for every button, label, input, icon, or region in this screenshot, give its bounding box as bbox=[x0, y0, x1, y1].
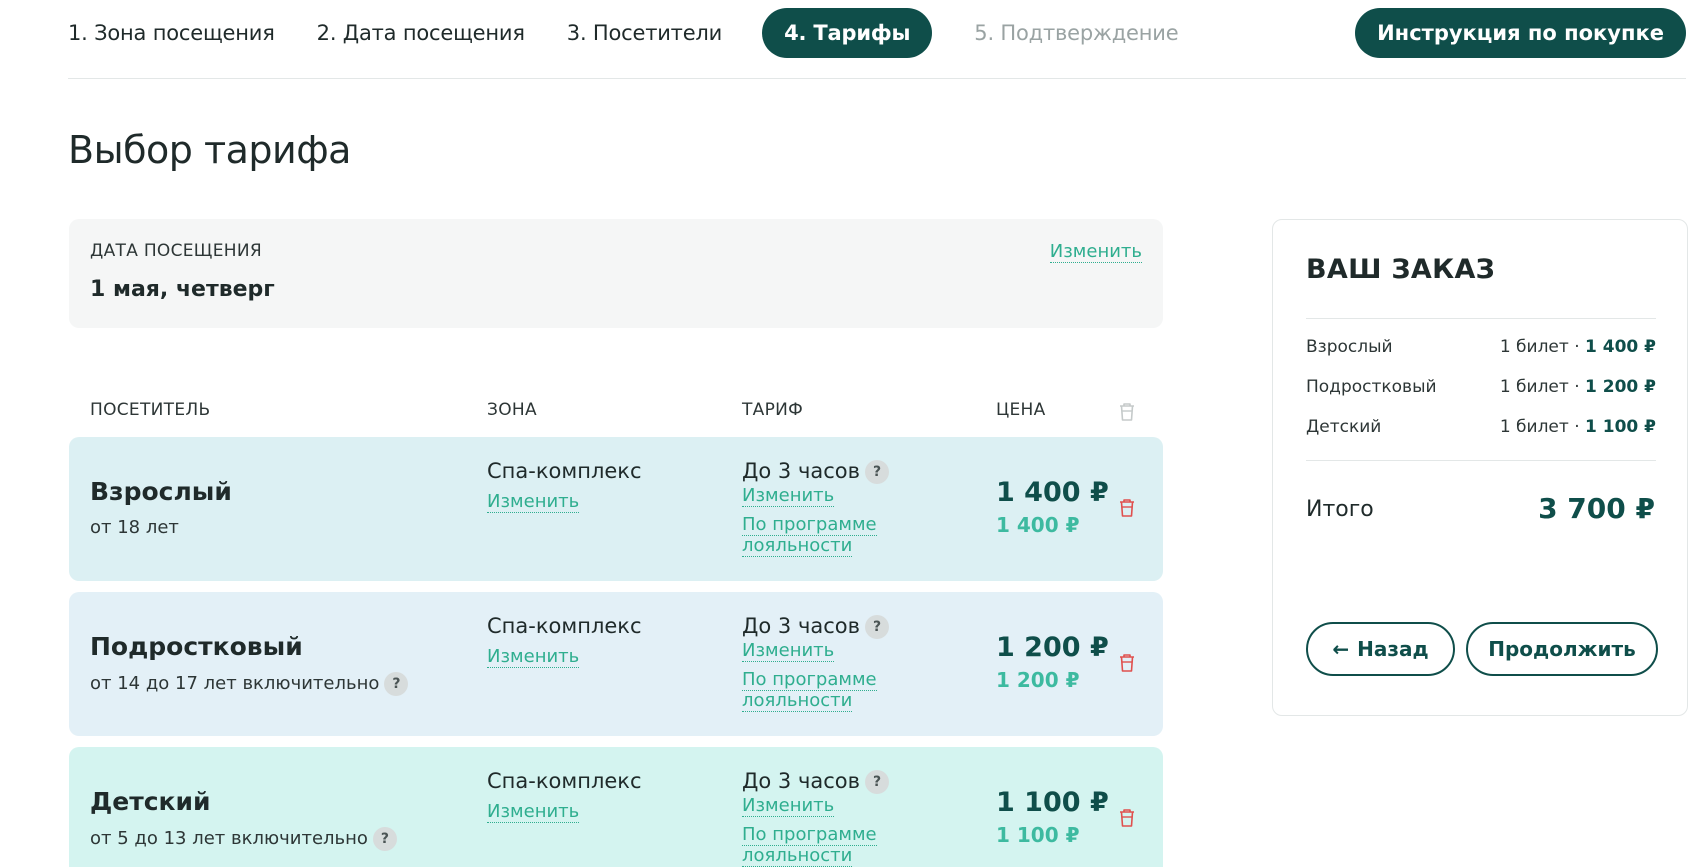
loyalty-program-text[interactable]: По программе лояльности bbox=[742, 514, 877, 557]
price: 1 400 ₽ bbox=[996, 477, 1109, 508]
change-date-link[interactable]: Изменить bbox=[1049, 241, 1142, 263]
loyalty-price: 1 100 ₽ bbox=[996, 823, 1080, 847]
visit-date-label: ДАТА ПОСЕЩЕНИЯ bbox=[90, 241, 262, 261]
delete-row-trash-icon[interactable] bbox=[1118, 653, 1136, 673]
order-divider bbox=[1306, 460, 1656, 461]
table-row: Детский от 5 до 13 лет включительно? Спа… bbox=[69, 747, 1163, 867]
tariff-name-text: До 3 часов bbox=[742, 614, 861, 638]
step-zone[interactable]: 1. Зона посещения bbox=[68, 21, 275, 45]
visit-date-value: 1 мая, четверг bbox=[90, 277, 275, 302]
loyalty-price: 1 200 ₽ bbox=[996, 668, 1080, 692]
visitor-age-text: от 14 до 17 лет включительно bbox=[90, 673, 380, 694]
order-summary: ВАШ ЗАКАЗ Взрослый 1 билет · 1 400 ₽ Под… bbox=[1272, 219, 1688, 716]
header-tariff: ТАРИФ bbox=[742, 400, 804, 420]
order-item-name: Взрослый bbox=[1306, 337, 1393, 357]
step-visitors[interactable]: 3. Посетители bbox=[567, 21, 723, 45]
visitor-name: Взрослый bbox=[90, 477, 232, 506]
visitor-age: от 14 до 17 лет включительно? bbox=[90, 672, 409, 696]
order-item-qty: 1 билет bbox=[1499, 377, 1569, 397]
dot-separator: · bbox=[1568, 337, 1586, 357]
tariff-name: До 3 часов? bbox=[742, 769, 890, 794]
tariff-name-text: До 3 часов bbox=[742, 459, 861, 483]
order-item-qty: 1 билет bbox=[1499, 337, 1569, 357]
loyalty-program-link[interactable]: По программе лояльности bbox=[742, 669, 902, 712]
order-item-details: 1 билет · 1 400 ₽ bbox=[1500, 337, 1656, 357]
order-item-name: Детский bbox=[1306, 417, 1382, 437]
tariff-name: До 3 часов? bbox=[742, 459, 890, 484]
loyalty-price: 1 400 ₽ bbox=[996, 513, 1080, 537]
total-label: Итого bbox=[1306, 497, 1374, 522]
header-zone: ЗОНА bbox=[487, 400, 537, 420]
visitor-age: от 5 до 13 лет включительно? bbox=[90, 827, 397, 851]
loyalty-program-text[interactable]: По программе лояльности bbox=[742, 824, 877, 867]
tariff-name-text: До 3 часов bbox=[742, 769, 861, 793]
arrow-left-icon: ← bbox=[1332, 637, 1350, 661]
loyalty-program-link[interactable]: По программе лояльности bbox=[742, 514, 902, 557]
age-help-icon[interactable]: ? bbox=[384, 672, 409, 696]
tariff-help-icon[interactable]: ? bbox=[865, 460, 890, 484]
order-item: Взрослый 1 билет · 1 400 ₽ bbox=[1306, 337, 1656, 361]
visitor-name: Подростковый bbox=[90, 632, 303, 661]
back-button-label: Назад bbox=[1357, 637, 1429, 661]
change-zone-link[interactable]: Изменить bbox=[487, 801, 580, 823]
dot-separator: · bbox=[1568, 377, 1586, 397]
zone-name: Спа-комплекс bbox=[487, 769, 642, 793]
visitor-name: Детский bbox=[90, 787, 211, 816]
order-item-price: 1 400 ₽ bbox=[1585, 337, 1656, 357]
visitor-age: от 18 лет bbox=[90, 517, 179, 538]
purchase-instruction-button[interactable]: Инструкция по покупке bbox=[1355, 8, 1686, 58]
price: 1 100 ₽ bbox=[996, 787, 1109, 818]
order-item-name: Подростковый bbox=[1306, 377, 1437, 397]
visit-date-card: ДАТА ПОСЕЩЕНИЯ 1 мая, четверг Изменить bbox=[69, 219, 1163, 328]
continue-button[interactable]: Продолжить bbox=[1466, 622, 1658, 676]
total-value: 3 700 ₽ bbox=[1538, 492, 1655, 525]
tariff-name: До 3 часов? bbox=[742, 614, 890, 639]
page-title: Выбор тарифа bbox=[68, 128, 351, 172]
order-item: Подростковый 1 билет · 1 200 ₽ bbox=[1306, 377, 1656, 401]
dot-separator: · bbox=[1568, 417, 1586, 437]
table-row: Взрослый от 18 лет Спа-комплекс Изменить… bbox=[69, 437, 1163, 581]
change-zone-link[interactable]: Изменить bbox=[487, 491, 580, 513]
visitor-age-text: от 5 до 13 лет включительно bbox=[90, 828, 368, 849]
change-tariff-link[interactable]: Изменить bbox=[742, 795, 835, 817]
header-visitor: ПОСЕТИТЕЛЬ bbox=[90, 400, 211, 420]
change-tariff-link[interactable]: Изменить bbox=[742, 640, 835, 662]
step-confirmation: 5. Подтверждение bbox=[974, 21, 1179, 45]
loyalty-program-text[interactable]: По программе лояльности bbox=[742, 669, 877, 712]
header-price: ЦЕНА bbox=[996, 400, 1046, 420]
delete-row-trash-icon[interactable] bbox=[1118, 498, 1136, 518]
age-help-icon[interactable]: ? bbox=[372, 827, 397, 851]
loyalty-program-link[interactable]: По программе лояльности bbox=[742, 824, 902, 867]
tariff-help-icon[interactable]: ? bbox=[865, 615, 890, 639]
delete-row-trash-icon[interactable] bbox=[1118, 808, 1136, 828]
header-divider bbox=[68, 78, 1686, 79]
zone-name: Спа-комплекс bbox=[487, 614, 642, 638]
order-item-price: 1 100 ₽ bbox=[1585, 417, 1656, 437]
step-date[interactable]: 2. Дата посещения bbox=[317, 21, 525, 45]
back-button[interactable]: ← Назад bbox=[1306, 622, 1455, 676]
order-item-details: 1 билет · 1 200 ₽ bbox=[1500, 377, 1656, 397]
change-zone-link[interactable]: Изменить bbox=[487, 646, 580, 668]
order-item-qty: 1 билет bbox=[1499, 417, 1569, 437]
change-tariff-link[interactable]: Изменить bbox=[742, 485, 835, 507]
order-title: ВАШ ЗАКАЗ bbox=[1306, 254, 1496, 285]
checkout-stepper: 1. Зона посещения 2. Дата посещения 3. П… bbox=[68, 8, 1686, 58]
order-item-price: 1 200 ₽ bbox=[1585, 377, 1656, 397]
price: 1 200 ₽ bbox=[996, 632, 1109, 663]
step-tariffs[interactable]: 4. Тарифы bbox=[762, 8, 933, 58]
tariff-table-header: ПОСЕТИТЕЛЬ ЗОНА ТАРИФ ЦЕНА bbox=[69, 400, 1163, 428]
zone-name: Спа-комплекс bbox=[487, 459, 642, 483]
order-item-details: 1 билет · 1 100 ₽ bbox=[1500, 417, 1656, 437]
table-row: Подростковый от 14 до 17 лет включительн… bbox=[69, 592, 1163, 736]
order-item: Детский 1 билет · 1 100 ₽ bbox=[1306, 417, 1656, 441]
clear-all-trash-icon[interactable] bbox=[1118, 402, 1136, 422]
order-divider bbox=[1306, 318, 1656, 319]
tariff-help-icon[interactable]: ? bbox=[865, 770, 890, 794]
